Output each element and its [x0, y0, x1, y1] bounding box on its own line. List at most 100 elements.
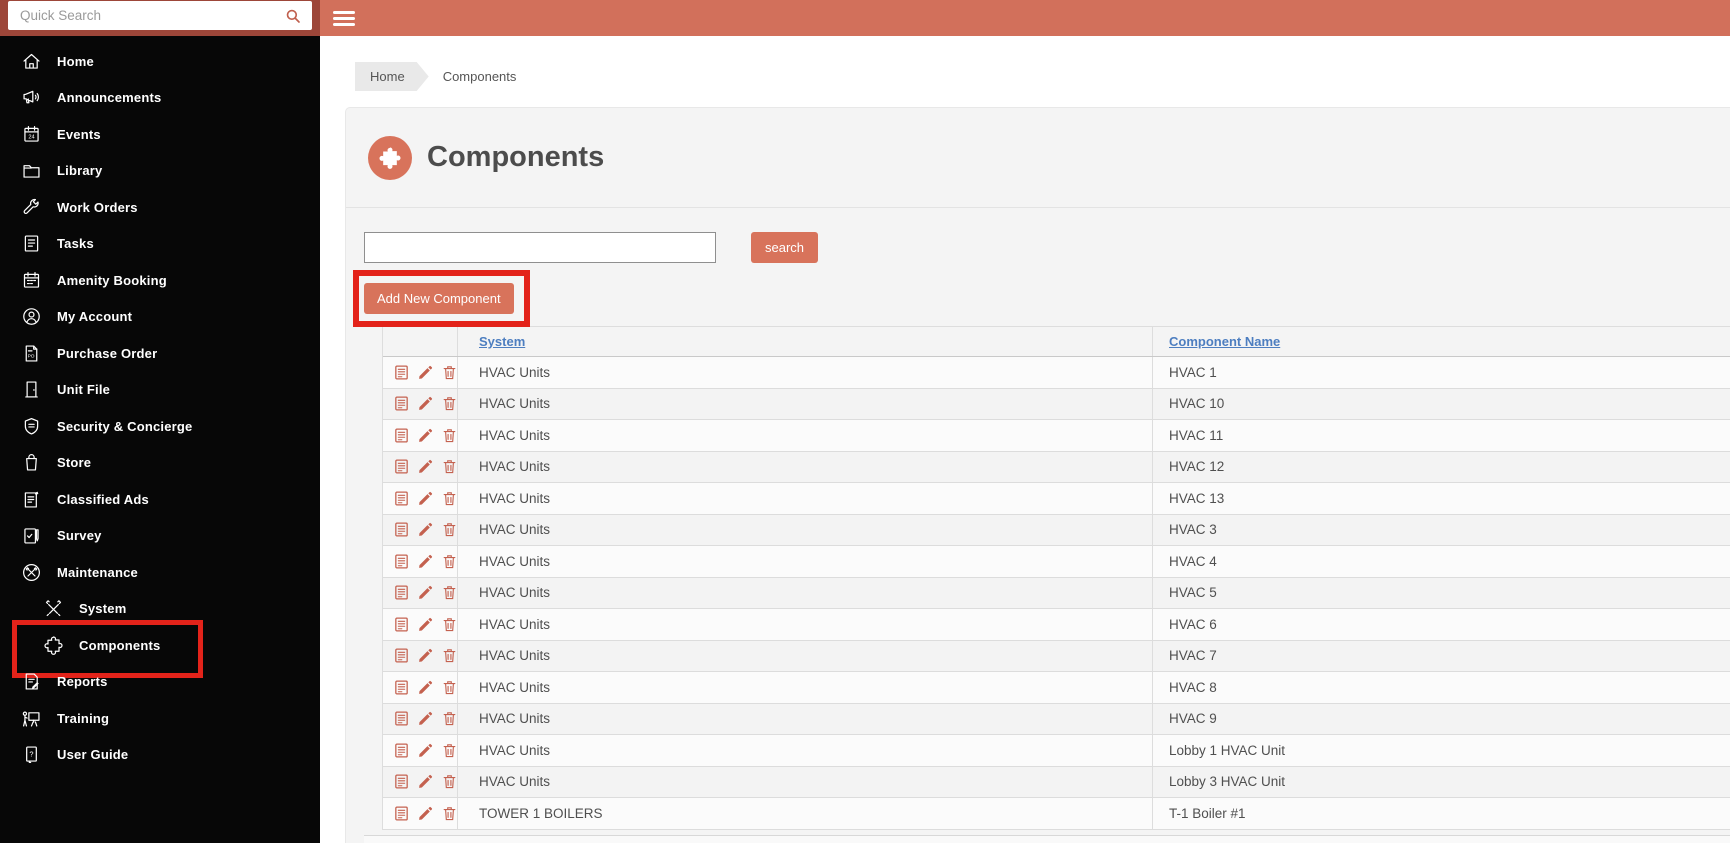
details-icon[interactable]	[393, 584, 410, 601]
delete-icon[interactable]	[441, 490, 458, 507]
edit-icon[interactable]	[417, 490, 434, 507]
edit-icon[interactable]	[417, 647, 434, 664]
system-cell: HVAC Units	[457, 451, 1152, 482]
sidebar-item-store[interactable]: Store	[0, 445, 320, 482]
row-actions	[383, 546, 457, 577]
sidebar-item-survey[interactable]: Survey	[0, 518, 320, 555]
sidebar-item-security-concierge[interactable]: Security & Concierge	[0, 408, 320, 445]
sidebar-item-reports[interactable]: Reports	[0, 664, 320, 701]
delete-icon[interactable]	[441, 710, 458, 727]
delete-icon[interactable]	[441, 805, 458, 822]
add-new-component-button[interactable]: Add New Component	[364, 283, 514, 314]
next-row-partial	[364, 834, 1730, 843]
details-icon[interactable]	[393, 427, 410, 444]
sidebar-item-library[interactable]: Library	[0, 153, 320, 190]
sidebar-item-classified-ads[interactable]: Classified Ads	[0, 481, 320, 518]
sidebar-item-components[interactable]: Components	[0, 620, 320, 678]
delete-icon[interactable]	[441, 521, 458, 538]
delete-icon[interactable]	[441, 773, 458, 790]
delete-icon[interactable]	[441, 679, 458, 696]
details-icon[interactable]	[393, 805, 410, 822]
delete-icon[interactable]	[441, 427, 458, 444]
edit-icon[interactable]	[417, 521, 434, 538]
column-header-system[interactable]: System	[457, 327, 1152, 356]
search-icon[interactable]	[284, 7, 302, 25]
system-cell: HVAC Units	[457, 735, 1152, 766]
details-icon[interactable]	[393, 553, 410, 570]
table-rows: HVAC Units HVAC 1 HVAC Units HVAC 10 HVA…	[383, 357, 1730, 830]
sidebar-item-home[interactable]: Home	[0, 43, 320, 80]
delete-icon[interactable]	[441, 553, 458, 570]
edit-icon[interactable]	[417, 773, 434, 790]
details-icon[interactable]	[393, 458, 410, 475]
edit-icon[interactable]	[417, 458, 434, 475]
edit-icon[interactable]	[417, 364, 434, 381]
row-actions	[383, 704, 457, 735]
table-search-row: search	[364, 232, 1730, 263]
details-icon[interactable]	[393, 679, 410, 696]
sidebar-item-system[interactable]: System	[0, 591, 320, 628]
library-icon	[20, 160, 42, 182]
column-header-component-name[interactable]: Component Name	[1152, 327, 1730, 356]
edit-icon[interactable]	[417, 616, 434, 633]
search-button[interactable]: search	[751, 232, 819, 263]
system-cell: HVAC Units	[457, 640, 1152, 671]
training-icon	[20, 707, 42, 729]
details-icon[interactable]	[393, 742, 410, 759]
delete-icon[interactable]	[441, 395, 458, 412]
system-cell: HVAC Units	[457, 420, 1152, 451]
details-icon[interactable]	[393, 364, 410, 381]
details-icon[interactable]	[393, 521, 410, 538]
details-icon[interactable]	[393, 616, 410, 633]
menu-icon[interactable]	[333, 11, 355, 26]
sidebar-item-amenity-booking[interactable]: Amenity Booking	[0, 262, 320, 299]
sidebar-item-work-orders[interactable]: Work Orders	[0, 189, 320, 226]
details-icon[interactable]	[393, 710, 410, 727]
edit-icon[interactable]	[417, 805, 434, 822]
sidebar-item-purchase-order[interactable]: PO Purchase Order	[0, 335, 320, 372]
sidebar-nav: Home Announcements 24 Events Library Wor…	[0, 36, 320, 843]
details-icon[interactable]	[393, 395, 410, 412]
delete-icon[interactable]	[441, 584, 458, 601]
details-icon[interactable]	[393, 647, 410, 664]
row-actions	[383, 515, 457, 546]
table-row: HVAC Units Lobby 1 HVAC Unit	[383, 735, 1730, 767]
sidebar-item-tasks[interactable]: Tasks	[0, 226, 320, 263]
card-body: search Add New Component System Componen…	[346, 208, 1730, 843]
events-icon: 24	[20, 123, 42, 145]
delete-icon[interactable]	[441, 616, 458, 633]
system-icon	[42, 598, 64, 620]
table-row: HVAC Units HVAC 12	[383, 451, 1730, 483]
edit-icon[interactable]	[417, 395, 434, 412]
system-cell: HVAC Units	[457, 514, 1152, 545]
edit-icon[interactable]	[417, 553, 434, 570]
details-icon[interactable]	[393, 773, 410, 790]
add-row: Add New Component	[353, 270, 1730, 327]
delete-icon[interactable]	[441, 742, 458, 759]
component-name-cell: HVAC 7	[1152, 640, 1730, 671]
sidebar-item-unit-file[interactable]: Unit File	[0, 372, 320, 409]
delete-icon[interactable]	[441, 458, 458, 475]
edit-icon[interactable]	[417, 742, 434, 759]
breadcrumb-home[interactable]: Home	[355, 62, 429, 91]
unit-file-icon	[20, 379, 42, 401]
sidebar-item-training[interactable]: Training	[0, 700, 320, 737]
edit-icon[interactable]	[417, 427, 434, 444]
edit-icon[interactable]	[417, 584, 434, 601]
quick-search-container	[0, 0, 320, 36]
sidebar-item-maintenance[interactable]: Maintenance	[0, 554, 320, 591]
table-search-input[interactable]	[364, 232, 716, 263]
delete-icon[interactable]	[441, 364, 458, 381]
delete-icon[interactable]	[441, 647, 458, 664]
sidebar-item-announcements[interactable]: Announcements	[0, 80, 320, 117]
sidebar-item-user-guide[interactable]: ? User Guide	[0, 737, 320, 774]
tasks-icon	[20, 233, 42, 255]
sidebar-item-my-account[interactable]: My Account	[0, 299, 320, 336]
sidebar-item-events[interactable]: 24 Events	[0, 116, 320, 153]
details-icon[interactable]	[393, 490, 410, 507]
quick-search-input[interactable]	[8, 1, 312, 30]
table-row: HVAC Units HVAC 1	[383, 357, 1730, 389]
edit-icon[interactable]	[417, 710, 434, 727]
component-name-cell: HVAC 13	[1152, 483, 1730, 514]
edit-icon[interactable]	[417, 679, 434, 696]
